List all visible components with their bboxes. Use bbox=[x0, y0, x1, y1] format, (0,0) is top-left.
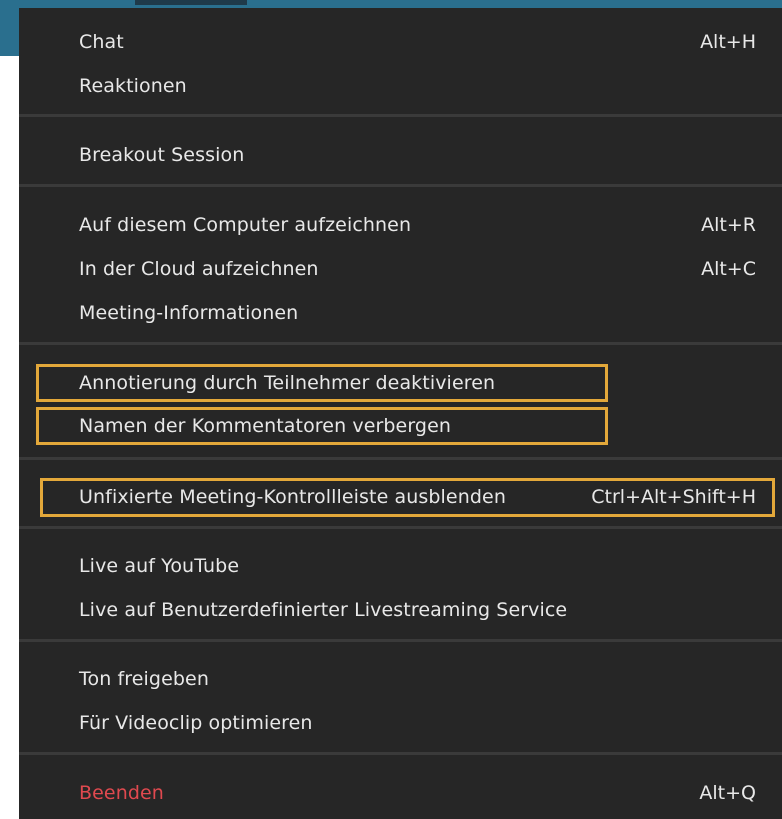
more-options-menu: Chat Alt+H Reaktionen Breakout Session A… bbox=[19, 8, 782, 819]
menu-item-share-sound[interactable]: Ton freigeben bbox=[19, 659, 782, 699]
menu-item-hide-annotator-names[interactable]: Namen der Kommentatoren verbergen bbox=[19, 406, 782, 446]
menu-item-shortcut: Alt+C bbox=[701, 258, 756, 280]
menu-item-disable-annotation[interactable]: Annotierung durch Teilnehmer deaktiviere… bbox=[19, 363, 782, 403]
menu-item-label: Breakout Session bbox=[79, 144, 245, 166]
menu-item-end-meeting[interactable]: Beenden Alt+Q bbox=[19, 773, 782, 813]
menu-separator bbox=[19, 752, 782, 755]
menu-separator bbox=[19, 184, 782, 187]
menu-item-reactions[interactable]: Reaktionen bbox=[19, 66, 782, 106]
menu-item-label: Beenden bbox=[79, 782, 164, 804]
menu-item-label: Unfixierte Meeting-Kontrollleiste ausble… bbox=[79, 486, 506, 508]
menu-item-shortcut: Alt+R bbox=[701, 214, 756, 236]
menu-item-live-youtube[interactable]: Live auf YouTube bbox=[19, 546, 782, 586]
menu-item-optimize-video[interactable]: Für Videoclip optimieren bbox=[19, 703, 782, 743]
menu-separator bbox=[19, 639, 782, 642]
menu-item-hide-meeting-controls[interactable]: Unfixierte Meeting-Kontrollleiste ausble… bbox=[19, 477, 782, 517]
menu-item-label: Meeting-Informationen bbox=[79, 302, 299, 324]
menu-item-meeting-info[interactable]: Meeting-Informationen bbox=[19, 293, 782, 333]
menu-item-record-cloud[interactable]: In der Cloud aufzeichnen Alt+C bbox=[19, 249, 782, 289]
menu-separator bbox=[19, 342, 782, 345]
menu-item-label: In der Cloud aufzeichnen bbox=[79, 258, 319, 280]
menu-item-shortcut: Alt+Q bbox=[699, 782, 756, 804]
menu-item-label: Live auf Benutzerdefinierter Livestreami… bbox=[79, 599, 568, 621]
menu-item-breakout-session[interactable]: Breakout Session bbox=[19, 135, 782, 175]
menu-item-label: Chat bbox=[79, 31, 124, 53]
menu-item-live-custom-service[interactable]: Live auf Benutzerdefinierter Livestreami… bbox=[19, 590, 782, 630]
menu-item-label: Namen der Kommentatoren verbergen bbox=[79, 415, 452, 437]
menu-item-chat[interactable]: Chat Alt+H bbox=[19, 22, 782, 62]
menu-item-label: Ton freigeben bbox=[79, 668, 209, 690]
menu-item-label: Annotierung durch Teilnehmer deaktiviere… bbox=[79, 372, 496, 394]
menu-item-shortcut: Alt+H bbox=[700, 31, 756, 53]
window-tab-sliver bbox=[135, 0, 247, 5]
menu-item-shortcut: Ctrl+Alt+Shift+H bbox=[591, 486, 756, 508]
menu-item-record-local[interactable]: Auf diesem Computer aufzeichnen Alt+R bbox=[19, 205, 782, 245]
menu-item-label: Live auf YouTube bbox=[79, 555, 240, 577]
menu-separator bbox=[19, 526, 782, 529]
menu-separator bbox=[19, 114, 782, 117]
menu-item-label: Auf diesem Computer aufzeichnen bbox=[79, 214, 412, 236]
menu-item-label: Reaktionen bbox=[79, 75, 187, 97]
menu-item-label: Für Videoclip optimieren bbox=[79, 712, 313, 734]
menu-separator bbox=[19, 457, 782, 460]
